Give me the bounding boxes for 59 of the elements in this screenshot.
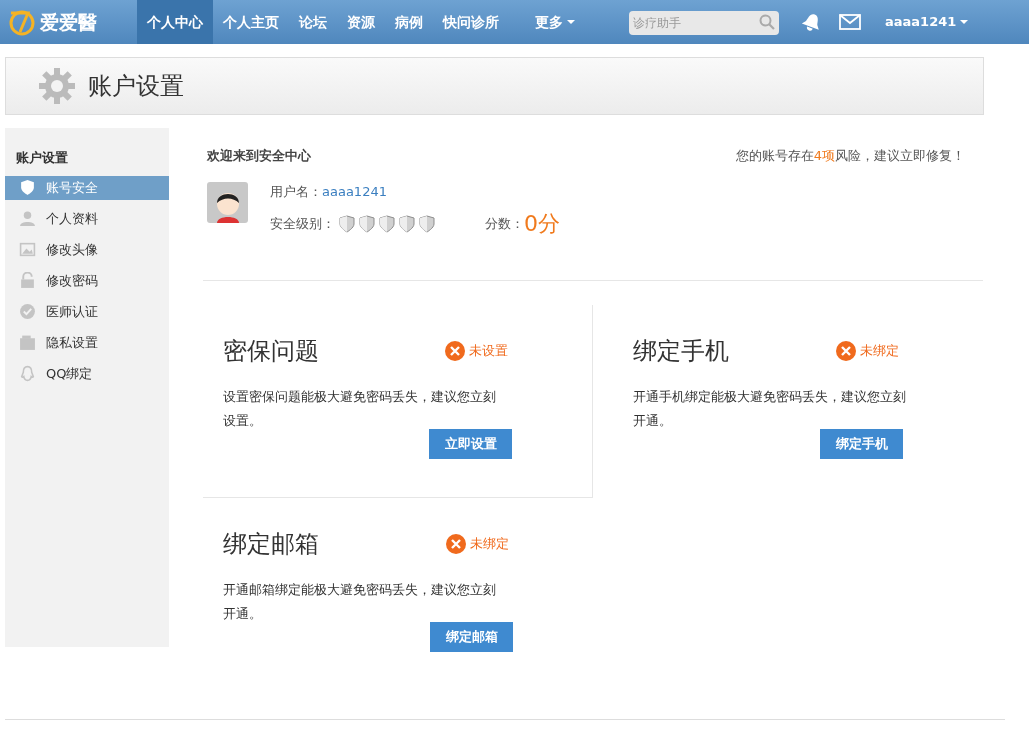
status-label: 未绑定 (470, 535, 509, 554)
gear-icon (38, 67, 76, 105)
nav-tab[interactable]: 更多 (525, 0, 585, 44)
score-value: 0分 (524, 210, 560, 238)
nav-tab[interactable]: 论坛 (289, 0, 337, 44)
status-label: 未设置 (469, 342, 508, 361)
logo-text[interactable]: 爱爱醫 (40, 7, 97, 37)
image-icon (19, 241, 36, 258)
sidebar-item[interactable]: QQ绑定 (5, 361, 169, 386)
folder-icon (19, 334, 36, 351)
error-icon (836, 341, 856, 361)
error-icon (445, 341, 465, 361)
mail-icon[interactable] (839, 14, 861, 30)
card-description: 开通邮箱绑定能极大避免密码丢失，建议您立刻开通。 (223, 581, 497, 623)
sidebar-item[interactable]: 医师认证 (5, 299, 169, 324)
card-title: 密保问题 (223, 336, 319, 367)
sidebar-item[interactable]: 个人资料 (5, 206, 169, 231)
shield-icon (419, 214, 435, 233)
card-description: 开通手机绑定能极大避免密码丢失，建议您立刻开通。 (633, 388, 907, 430)
lock-icon (19, 272, 36, 289)
avatar-placeholder (207, 181, 248, 223)
card-description: 设置密保问题能极大避免密码丢失，建议您立刻设置。 (223, 388, 497, 430)
caret-icon (960, 20, 969, 24)
shield-icon (19, 179, 36, 196)
sidebar-heading: 账户设置 (15, 149, 69, 167)
username-label: 用户名： (270, 182, 322, 201)
search-field[interactable]: 诊疗助手 (629, 10, 779, 35)
user-menu[interactable]: aaaa1241 (885, 12, 969, 32)
username-value: aaaa1241 (322, 182, 387, 201)
penguin-icon (19, 365, 36, 382)
nav-tab[interactable]: 个人中心 (137, 0, 213, 44)
shield-icon (359, 214, 375, 233)
check-circle-icon (19, 303, 36, 320)
shield-icon (339, 214, 355, 233)
nav-tab[interactable]: 个人主页 (213, 0, 289, 44)
card-title: 绑定邮箱 (223, 529, 319, 560)
nav-tab[interactable]: 快问诊所 (433, 0, 509, 44)
page-title: 账户设置 (88, 71, 184, 102)
search-icon[interactable] (759, 13, 775, 30)
action-button[interactable]: 绑定邮箱 (430, 622, 513, 652)
logo-icon (8, 8, 36, 36)
nav-tab[interactable]: 资源 (337, 0, 385, 44)
nav-tab[interactable]: 病例 (385, 0, 433, 44)
action-button[interactable]: 绑定手机 (820, 429, 903, 459)
sidebar-item[interactable]: 修改密码 (5, 268, 169, 293)
sidebar-item[interactable]: 修改头像 (5, 237, 169, 262)
welcome-heading: 欢迎来到安全中心 (206, 147, 311, 165)
sidebar-item[interactable]: 账号安全 (5, 175, 169, 200)
person-icon (19, 210, 36, 227)
shield-icon (379, 214, 395, 233)
error-icon (446, 534, 466, 554)
shield-icon (399, 214, 415, 233)
action-button[interactable]: 立即设置 (429, 429, 512, 459)
score-label: 分数： (485, 214, 524, 233)
risk-message: 您的账号存在4项风险，建议立即修复！ (735, 147, 965, 165)
status-label: 未绑定 (860, 342, 899, 361)
card-title: 绑定手机 (633, 336, 729, 367)
sidebar-item[interactable]: 隐私设置 (5, 330, 169, 355)
security-level-label: 安全级别： (270, 214, 335, 233)
